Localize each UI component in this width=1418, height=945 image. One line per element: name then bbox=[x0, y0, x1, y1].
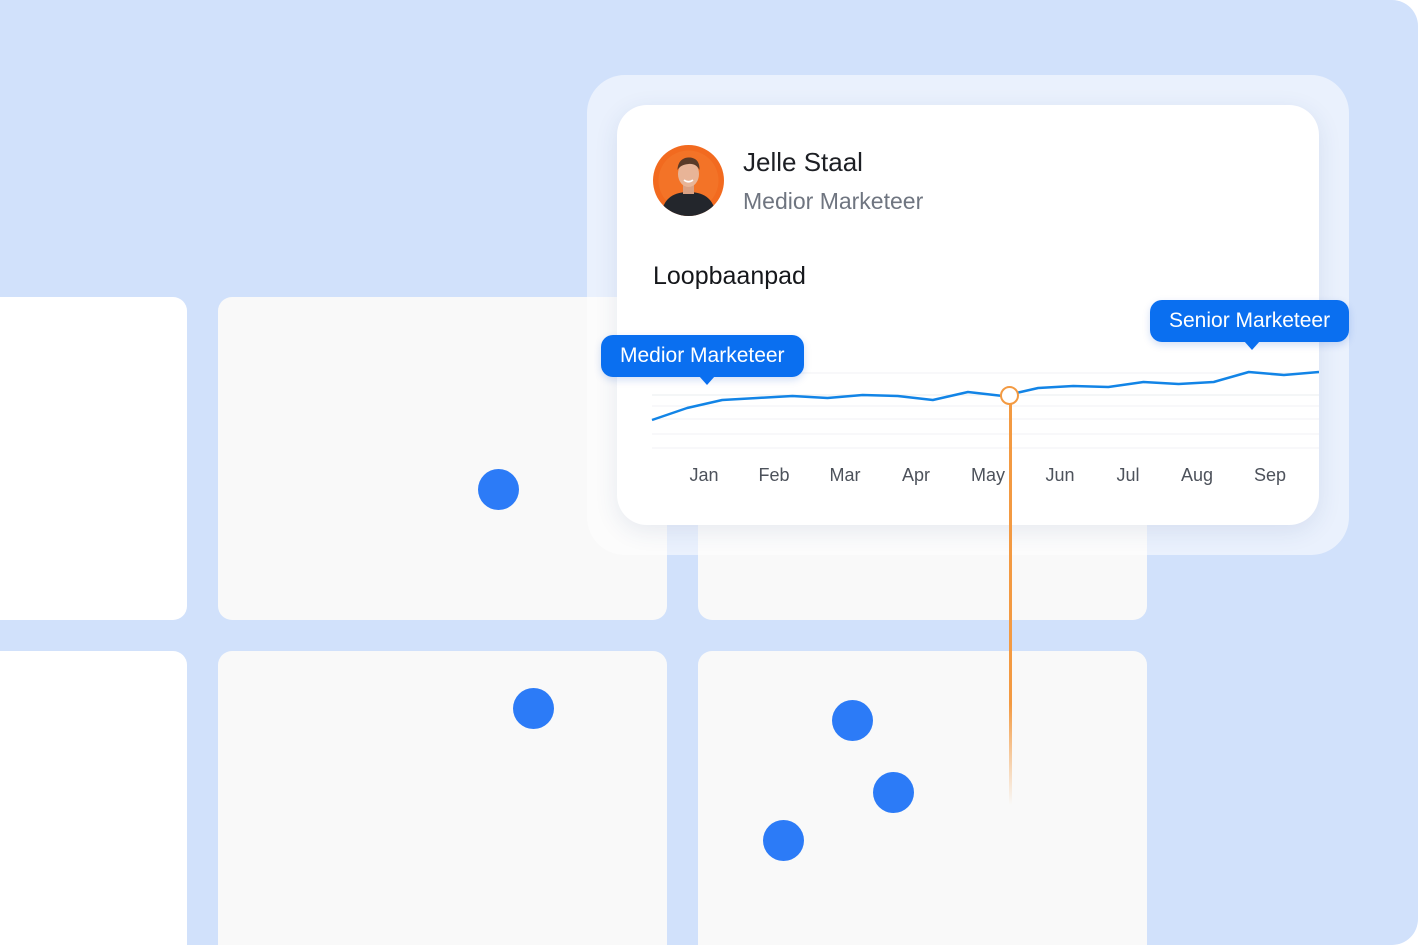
target-role-text: Senior Marketeer bbox=[1169, 309, 1331, 332]
x-tick-label: Aug bbox=[1181, 465, 1213, 485]
employee-dot[interactable] bbox=[873, 772, 914, 813]
employee-dot[interactable] bbox=[832, 700, 873, 741]
x-tick-label: Mar bbox=[830, 465, 861, 485]
timeline-guide-line bbox=[1009, 400, 1012, 805]
x-tick-label: Sep bbox=[1254, 465, 1286, 485]
x-tick-label: Jan bbox=[689, 465, 718, 485]
start-role-text: Medior Marketeer bbox=[620, 344, 785, 367]
board-tile bbox=[218, 651, 667, 945]
employee-dot[interactable] bbox=[763, 820, 804, 861]
employee-dot[interactable] bbox=[478, 469, 519, 510]
board-tile bbox=[0, 651, 187, 945]
employee-dot[interactable] bbox=[513, 688, 554, 729]
x-tick-label: Feb bbox=[758, 465, 789, 485]
bubble-tail bbox=[1244, 341, 1260, 350]
x-tick-label: Apr bbox=[902, 465, 930, 485]
board-tile bbox=[698, 651, 1147, 945]
target-role-label: Senior Marketeer bbox=[1150, 300, 1350, 350]
board-tile bbox=[0, 297, 187, 620]
current-position-marker[interactable] bbox=[1000, 386, 1019, 405]
x-tick-label: Jul bbox=[1116, 465, 1139, 485]
start-role-label: Medior Marketeer bbox=[601, 335, 804, 385]
career-path-line bbox=[651, 370, 1319, 422]
canvas-background: Jelle Staal Medior Marketeer Loopbaanpad… bbox=[0, 0, 1418, 945]
x-tick-label: May bbox=[971, 465, 1005, 485]
x-tick-label: Jun bbox=[1045, 465, 1074, 485]
bubble-tail bbox=[699, 376, 715, 385]
